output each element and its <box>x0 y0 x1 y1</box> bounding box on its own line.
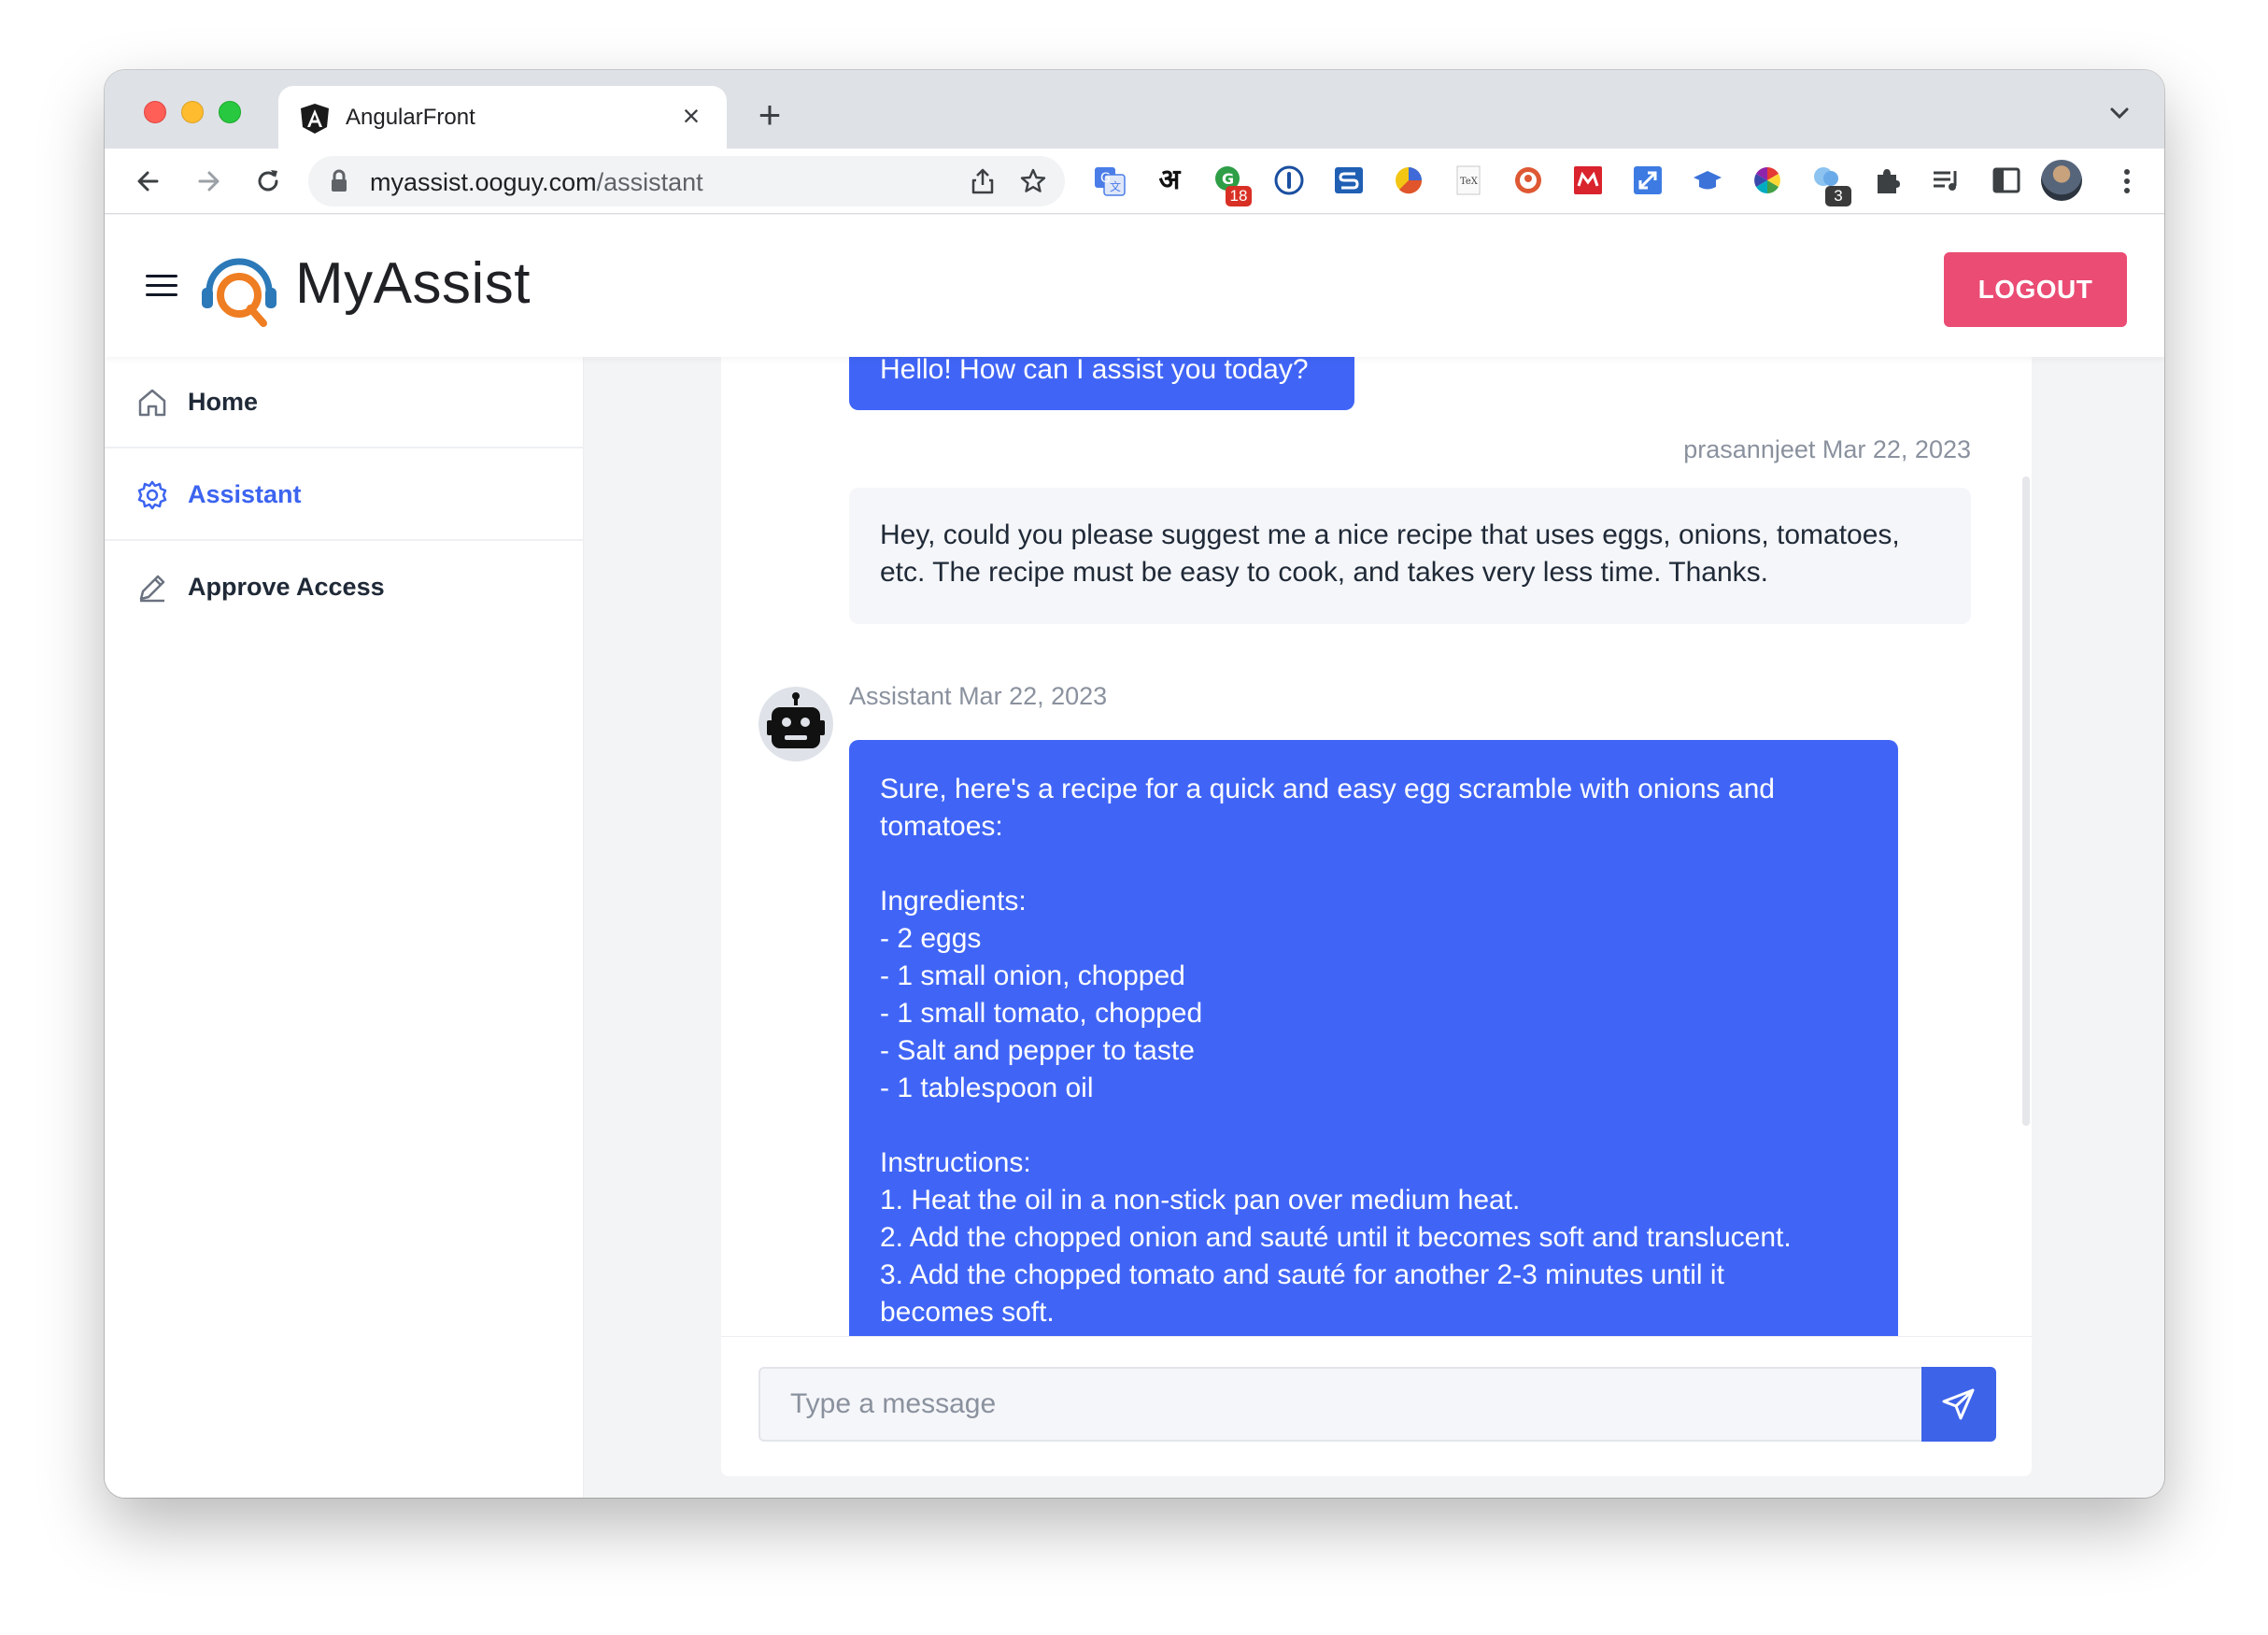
message-list[interactable]: Hello! How can I assist you today? prasa… <box>721 357 2032 1336</box>
media-queue-icon[interactable] <box>1930 164 1963 197</box>
hamburger-menu-icon[interactable] <box>146 275 177 301</box>
message-composer <box>721 1336 2032 1476</box>
app-root: MyAssist LOGOUT Home Assistant Approve A… <box>105 215 2164 1498</box>
close-tab-icon[interactable]: × <box>673 97 710 135</box>
extension-badge: 3 <box>1825 186 1851 206</box>
chat-scrollbar[interactable] <box>2022 476 2030 1126</box>
gear-icon <box>137 480 167 510</box>
new-tab-button[interactable]: + <box>749 94 790 135</box>
message-line: 3. Add the chopped tomato and sauté for … <box>880 1259 1724 1290</box>
google-translate-icon[interactable]: G文 <box>1093 164 1127 197</box>
hindi-keyboard-extension[interactable]: अ <box>1153 164 1186 197</box>
message-date: Mar 22, 2023 <box>1821 435 1971 463</box>
graduation-cap-icon[interactable] <box>1691 164 1724 197</box>
side-panel-icon[interactable] <box>1990 164 2023 197</box>
chat-panel: Hello! How can I assist you today? prasa… <box>721 357 2032 1476</box>
user-message: Hey, could you please suggest me a nice … <box>849 488 1971 624</box>
message-line: - 1 small onion, chopped <box>880 960 1185 991</box>
tab-strip: AngularFront × + <box>105 70 2164 149</box>
browser-window: AngularFront × + myassist.ooguy.com/assi… <box>105 70 2164 1498</box>
bookmark-star-icon[interactable] <box>1018 166 1048 196</box>
close-window-button[interactable] <box>144 101 166 123</box>
message-line: Hey, could you please suggest me a nice … <box>880 519 1900 550</box>
sidebar-item-home[interactable]: Home <box>105 357 584 448</box>
angular-icon <box>301 104 329 134</box>
profile-avatar[interactable] <box>2041 160 2082 201</box>
message-author: prasannjeet <box>1683 435 1816 463</box>
password-manager-icon[interactable] <box>1272 164 1306 197</box>
sidebar-item-assistant[interactable]: Assistant <box>105 449 584 541</box>
message-line: tomatoes: <box>880 811 1003 842</box>
message-line: 2. Add the chopped onion and sauté until… <box>880 1222 1792 1253</box>
brand-name: MyAssist <box>295 251 531 316</box>
app-header: MyAssist LOGOUT <box>105 215 2164 357</box>
svg-text:TeX: TeX <box>1460 177 1479 187</box>
pencil-icon <box>139 575 165 603</box>
sidebar-item-label: Home <box>188 388 259 416</box>
url-path: /assistant <box>596 168 703 196</box>
message-input[interactable] <box>758 1367 1921 1442</box>
more-menu-icon[interactable] <box>2118 163 2136 200</box>
message-line: Instructions: <box>880 1147 1031 1178</box>
sidebar-item-label: Approve Access <box>188 573 385 601</box>
message-line: - 2 eggs <box>880 923 982 954</box>
reload-icon[interactable] <box>248 162 288 201</box>
message-meta: Assistant Mar 22, 2023 <box>849 682 1107 711</box>
message-line <box>880 1107 1867 1144</box>
browser-tab[interactable]: AngularFront × <box>278 86 727 149</box>
message-text: Hello! How can I assist you today? <box>880 357 1309 385</box>
mendeley-icon[interactable] <box>1571 164 1605 197</box>
sidebar-item-approve-access[interactable]: Approve Access <box>105 542 584 633</box>
tab-title: AngularFront <box>346 105 475 130</box>
message-meta: prasannjeet Mar 22, 2023 <box>1683 435 1971 464</box>
url-text: myassist.ooguy.com/assistant <box>370 168 703 197</box>
bot-message: Hello! How can I assist you today? <box>849 357 1354 410</box>
sidebar-item-label: Assistant <box>188 480 302 508</box>
bot-message: Sure, here's a recipe for a quick and ea… <box>849 740 1898 1336</box>
s-extension-icon[interactable] <box>1332 164 1366 197</box>
extension-badge: 18 <box>1226 186 1252 206</box>
forward-arrow-icon[interactable] <box>189 162 228 201</box>
message-line: Ingredients: <box>880 886 1027 917</box>
browser-toolbar: myassist.ooguy.com/assistant G文 अ G 18 T… <box>105 149 2164 214</box>
puzzle-extensions-icon[interactable] <box>1870 164 1904 197</box>
robot-icon <box>767 692 825 748</box>
color-wheel-icon[interactable] <box>1751 164 1784 197</box>
duckduckgo-icon[interactable] <box>1511 164 1545 197</box>
bot-avatar <box>758 687 833 761</box>
message-date: Mar 22, 2023 <box>958 682 1108 710</box>
minimize-window-button[interactable] <box>181 101 204 123</box>
message-line: etc. The recipe must be easy to cook, an… <box>880 557 1769 588</box>
address-bar[interactable]: myassist.ooguy.com/assistant <box>308 156 1065 206</box>
chevron-down-icon[interactable] <box>2103 94 2136 132</box>
send-button[interactable] <box>1921 1367 1996 1442</box>
home-icon <box>138 389 166 417</box>
share-icon[interactable] <box>968 166 998 196</box>
logo-icon <box>202 258 276 327</box>
back-arrow-icon[interactable] <box>129 162 168 201</box>
svg-text:文: 文 <box>1110 179 1121 193</box>
tex-extension-icon[interactable]: TeX <box>1452 164 1485 197</box>
resize-extension-icon[interactable] <box>1631 164 1665 197</box>
pie-chart-extension-icon[interactable] <box>1392 164 1425 197</box>
url-host: myassist.ooguy.com <box>370 168 597 196</box>
message-line: - 1 small tomato, chopped <box>880 998 1203 1029</box>
message-line: Sure, here's a recipe for a quick and ea… <box>880 774 1775 804</box>
message-line: - Salt and pepper to taste <box>880 1035 1195 1066</box>
message-line: 1. Heat the oil in a non-stick pan over … <box>880 1185 1521 1216</box>
message-line: - 1 tablespoon oil <box>880 1073 1094 1103</box>
send-icon <box>1942 1388 1975 1420</box>
logout-button[interactable]: LOGOUT <box>1944 252 2127 327</box>
maximize-window-button[interactable] <box>219 101 241 123</box>
message-line: becomes soft. <box>880 1297 1055 1328</box>
lock-icon <box>332 169 347 192</box>
message-line <box>880 846 1867 883</box>
message-author: Assistant <box>849 682 952 710</box>
sidebar: Home Assistant Approve Access <box>105 357 584 1498</box>
